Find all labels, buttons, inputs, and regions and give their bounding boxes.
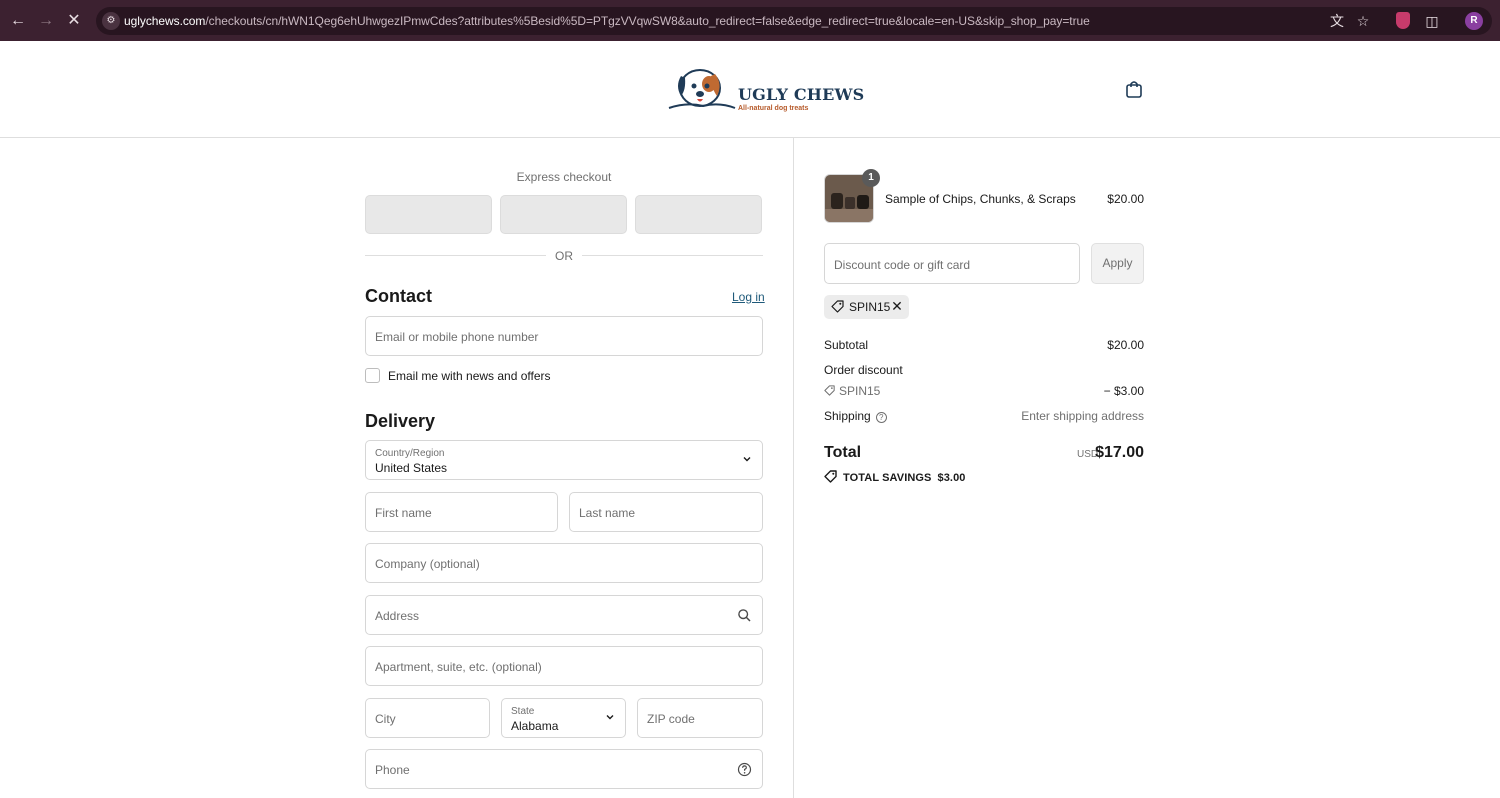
order-summary-panel	[794, 138, 1500, 798]
company-placeholder: Company (optional)	[375, 557, 480, 571]
discount-code-field[interactable]: Discount code or gift card	[824, 243, 1080, 284]
address-placeholder: Address	[375, 609, 420, 623]
state-label: State	[511, 706, 535, 717]
profile-avatar[interactable]: R	[1465, 12, 1483, 30]
express-pay-button-2[interactable]	[500, 195, 627, 234]
apply-discount-button[interactable]: Apply	[1091, 243, 1144, 284]
shipping-help-icon[interactable]: ?	[875, 412, 887, 423]
phone-field[interactable]: Phone	[365, 749, 763, 789]
express-pay-button-1[interactable]	[365, 195, 492, 234]
bookmark-star-icon[interactable]: ☆	[1354, 12, 1372, 30]
last-name-placeholder: Last name	[579, 506, 636, 520]
shopping-bag-icon[interactable]	[1125, 79, 1143, 99]
city-field[interactable]: City	[365, 698, 490, 738]
logo-subtitle: All-natural dog treats	[738, 105, 809, 112]
total-value: $17.00	[1095, 444, 1144, 461]
subtotal-row: Subtotal $20.00	[824, 338, 1144, 352]
thumbnail-chew-2	[845, 197, 855, 209]
forward-arrow-icon[interactable]: →	[36, 11, 56, 31]
savings-tag-icon	[824, 470, 837, 483]
contact-heading: Contact	[365, 286, 432, 306]
or-divider-right	[582, 255, 763, 256]
extensions-puzzle-icon[interactable]: ◫	[1423, 12, 1441, 30]
zip-field[interactable]: ZIP code	[637, 698, 763, 738]
total-label: Total	[824, 444, 862, 461]
discount-amount: − $3.00	[1103, 384, 1144, 398]
chevron-down-icon	[606, 715, 614, 720]
discount-code-row: SPIN15 − $3.00	[824, 384, 1144, 398]
apartment-placeholder: Apartment, suite, etc. (optional)	[375, 660, 542, 674]
translate-icon[interactable]: 文	[1328, 12, 1346, 30]
remove-discount-close-icon[interactable]: ✕	[890, 298, 904, 314]
first-name-field[interactable]: First name	[365, 492, 558, 532]
email-field[interactable]: Email or mobile phone number	[365, 316, 763, 356]
total-savings: TOTAL SAVINGS $3.00	[824, 470, 966, 484]
state-value: Alabama	[511, 719, 559, 733]
shipping-row: Shipping? Enter shipping address	[824, 409, 1144, 423]
search-icon[interactable]	[737, 608, 752, 623]
express-pay-button-3[interactable]	[635, 195, 762, 234]
thumbnail-floor	[825, 209, 873, 222]
tag-icon	[824, 385, 835, 396]
last-name-field[interactable]: Last name	[569, 492, 763, 532]
product-name: Sample of Chips, Chunks, & Scraps	[885, 192, 1076, 206]
column-divider	[793, 138, 794, 798]
shipping-label: Shipping	[824, 409, 871, 423]
back-arrow-icon[interactable]: ←	[8, 11, 28, 31]
address-field[interactable]: Address	[365, 595, 763, 635]
order-discount-row: Order discount	[824, 363, 1144, 377]
state-select[interactable]: State Alabama	[501, 698, 626, 738]
chevron-down-icon	[743, 457, 751, 462]
product-price: $20.00	[1107, 192, 1144, 206]
url-text[interactable]: uglychews.com/checkouts/cn/hWN1Qeg6ehUhw…	[124, 14, 1090, 28]
login-link[interactable]: Log in	[732, 290, 765, 304]
subtotal-label: Subtotal	[824, 338, 869, 352]
applied-discount-chip: SPIN15 ✕	[824, 295, 909, 319]
country-value: United States	[375, 461, 448, 475]
savings-value: $3.00	[937, 472, 966, 484]
shield-extension-icon[interactable]	[1396, 12, 1410, 29]
logo-wordmark[interactable]: UGLY CHEWS All-natural dog treats	[738, 85, 864, 112]
apartment-field[interactable]: Apartment, suite, etc. (optional)	[365, 646, 763, 686]
order-discount-label: Order discount	[824, 363, 903, 377]
delivery-heading: Delivery	[365, 411, 436, 431]
thumbnail-chew-3	[857, 195, 869, 209]
thumbnail-chew-1	[831, 193, 843, 209]
email-placeholder: Email or mobile phone number	[375, 330, 539, 344]
city-placeholder: City	[375, 712, 396, 726]
company-field[interactable]: Company (optional)	[365, 543, 763, 583]
browser-toolbar: ← → ✕ ⚙ uglychews.com/checkouts/cn/hWN1Q…	[0, 0, 1500, 41]
discount-placeholder: Discount code or gift card	[834, 258, 971, 272]
address-bar[interactable]: ⚙ uglychews.com/checkouts/cn/hWN1Qeg6ehU…	[96, 7, 1492, 35]
quantity-badge: 1	[862, 169, 880, 187]
phone-placeholder: Phone	[375, 763, 410, 777]
logo-title: UGLY CHEWS	[738, 85, 865, 104]
or-divider-left	[365, 255, 546, 256]
newsletter-checkbox[interactable]	[365, 368, 380, 383]
savings-label: TOTAL SAVINGS	[843, 472, 932, 484]
url-path: /checkouts/cn/hWN1Qeg6ehUhwgezIPmwCdes?a…	[205, 14, 1090, 28]
subtotal-value: $20.00	[1107, 338, 1144, 352]
shipping-value: Enter shipping address	[1021, 409, 1144, 423]
site-info-icon[interactable]: ⚙	[102, 12, 120, 30]
or-divider-label: OR	[555, 249, 573, 263]
applied-code: SPIN15	[849, 300, 891, 314]
country-label: Country/Region	[375, 448, 445, 459]
country-select[interactable]: Country/Region United States	[365, 440, 763, 480]
stop-loading-icon[interactable]: ✕	[64, 11, 84, 31]
first-name-placeholder: First name	[375, 506, 432, 520]
newsletter-label: Email me with news and offers	[388, 369, 551, 383]
store-header: UGLY CHEWS All-natural dog treats	[0, 41, 1500, 138]
discount-code-label: SPIN15	[839, 384, 881, 398]
url-host: uglychews.com	[124, 14, 206, 28]
zip-placeholder: ZIP code	[647, 712, 695, 726]
help-circle-icon[interactable]	[737, 762, 752, 777]
tag-icon	[831, 300, 844, 313]
express-checkout-label: Express checkout	[516, 170, 612, 184]
